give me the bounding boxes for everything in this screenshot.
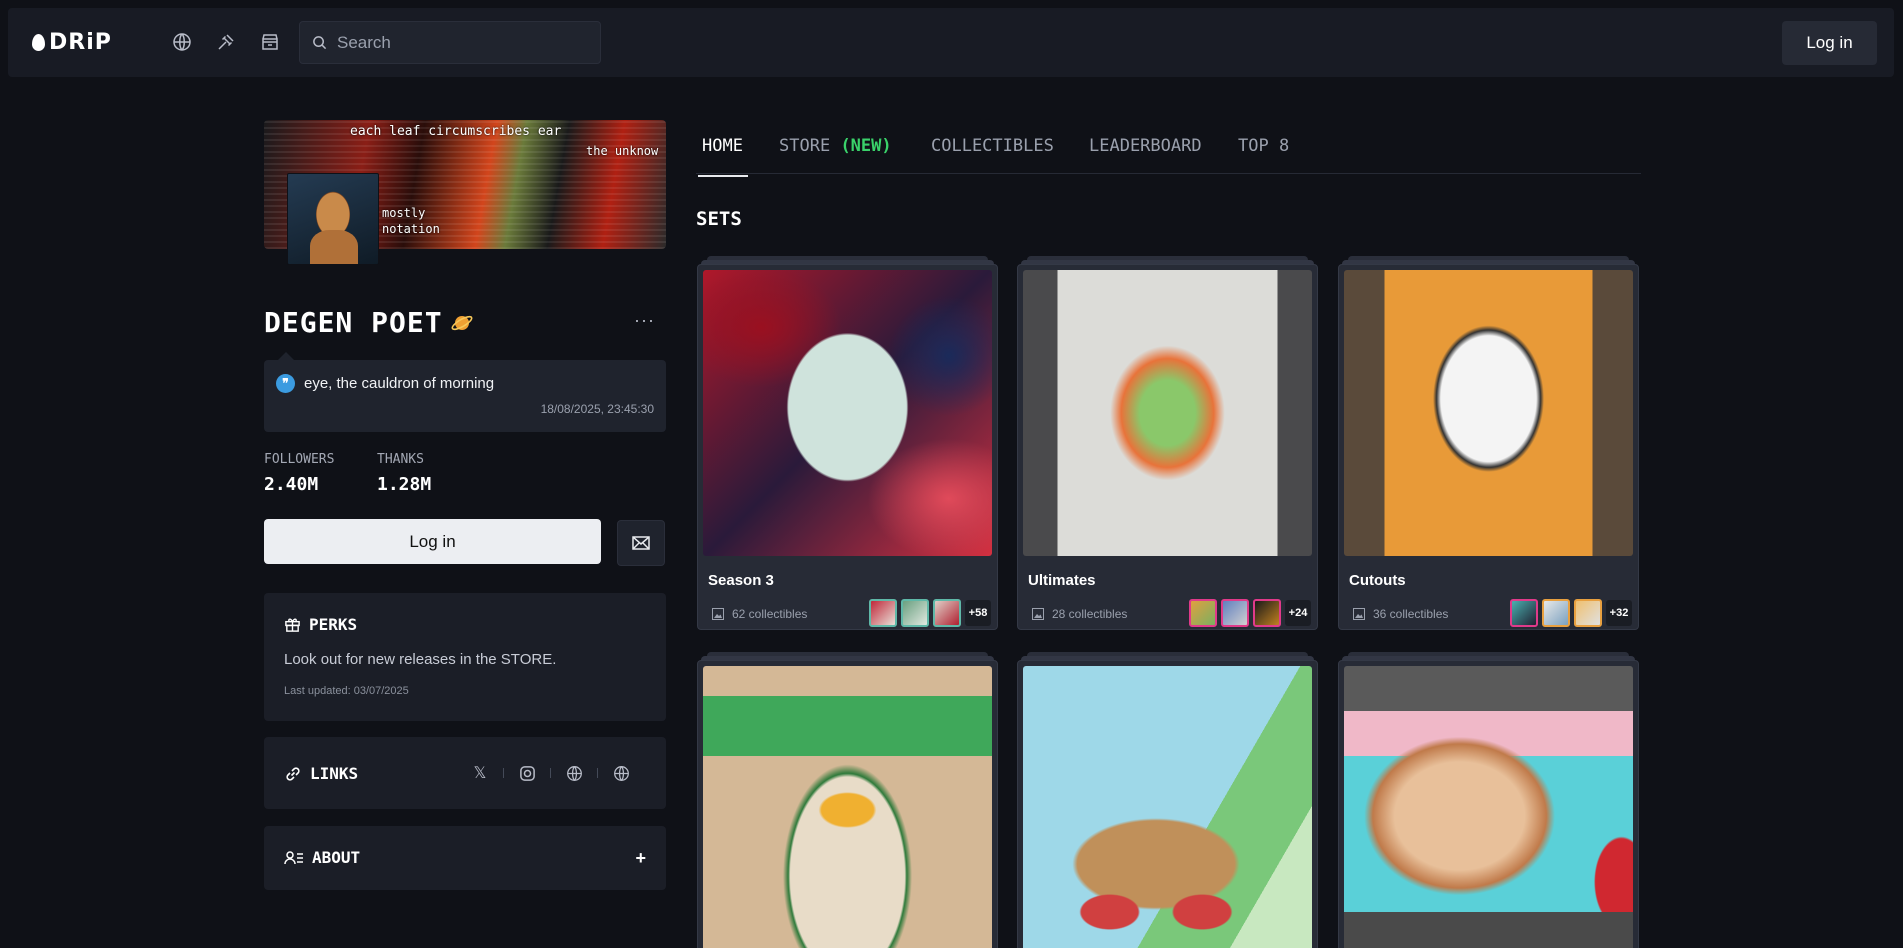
profile-login-button[interactable]: Log in bbox=[264, 519, 601, 564]
set-card-5[interactable] bbox=[1017, 652, 1318, 948]
collectible-thumbnail bbox=[933, 599, 961, 627]
website-globe-icon[interactable] bbox=[564, 763, 584, 783]
sets-heading: SETS bbox=[696, 208, 742, 230]
set-card-6[interactable] bbox=[1338, 652, 1639, 948]
collectible-thumbnail bbox=[901, 599, 929, 627]
gavel-icon[interactable] bbox=[216, 32, 236, 52]
avatar[interactable] bbox=[287, 173, 379, 265]
more-count-badge: +24 bbox=[1285, 600, 1311, 626]
followers-value: 2.40M bbox=[264, 474, 319, 495]
followers-label: FOLLOWERS bbox=[264, 452, 335, 467]
x-icon[interactable]: 𝕏 bbox=[470, 763, 490, 783]
collectible-thumbnail bbox=[869, 599, 897, 627]
about-card[interactable]: ABOUT + bbox=[264, 826, 666, 890]
set-cover-image bbox=[1344, 666, 1633, 948]
set-cover-image bbox=[703, 666, 992, 948]
tab-collectibles[interactable]: COLLECTIBLES bbox=[931, 136, 1054, 156]
mail-icon bbox=[632, 536, 650, 550]
more-count-badge: +32 bbox=[1606, 600, 1632, 626]
thanks-label: THANKS bbox=[377, 452, 424, 467]
globe-icon[interactable] bbox=[172, 32, 192, 52]
search-icon bbox=[313, 36, 327, 50]
gift-icon bbox=[285, 618, 300, 632]
set-card-season-3[interactable]: Season 3 62 collectibles +58 bbox=[697, 256, 998, 630]
user-list-icon bbox=[284, 850, 303, 864]
set-card-cutouts[interactable]: Cutouts 36 collectibles +32 bbox=[1338, 256, 1639, 630]
profile-tabs: HOME STORE (NEW) COLLECTIBLES LEADERBOAR… bbox=[696, 124, 1641, 177]
tab-store[interactable]: STORE (NEW) bbox=[779, 136, 892, 156]
set-cover-image bbox=[703, 270, 992, 556]
set-cover-image bbox=[1023, 270, 1312, 556]
set-card-ultimates[interactable]: Ultimates 28 collectibles +24 bbox=[1017, 256, 1318, 630]
profile-name: DEGEN POET bbox=[264, 306, 443, 339]
collectible-thumbnail bbox=[1542, 599, 1570, 627]
top-bar: DRiP Log in bbox=[8, 8, 1894, 77]
tab-home[interactable]: HOME bbox=[698, 136, 748, 177]
set-card-4[interactable] bbox=[697, 652, 998, 948]
collectible-thumbnail bbox=[1574, 599, 1602, 627]
quote-icon: ❞ bbox=[276, 374, 295, 393]
set-cover-image bbox=[1023, 666, 1312, 948]
search-bar[interactable] bbox=[299, 21, 601, 64]
instagram-icon[interactable] bbox=[517, 763, 537, 783]
website-globe-icon-2[interactable] bbox=[611, 763, 631, 783]
message-button[interactable] bbox=[617, 520, 665, 566]
collectible-thumbnail bbox=[1510, 599, 1538, 627]
tab-top-8[interactable]: TOP 8 bbox=[1238, 136, 1289, 156]
status-message: ❞ eye, the cauldron of morning 18/08/202… bbox=[264, 352, 666, 432]
collectible-thumbnail bbox=[1221, 599, 1249, 627]
image-icon bbox=[1353, 608, 1365, 620]
tab-leaderboard[interactable]: LEADERBOARD bbox=[1089, 136, 1202, 156]
planet-icon bbox=[451, 315, 473, 331]
more-options-button[interactable]: ··· bbox=[634, 310, 655, 331]
search-input[interactable] bbox=[337, 32, 577, 53]
perks-card: PERKS Look out for new releases in the S… bbox=[264, 593, 666, 721]
store-icon[interactable] bbox=[260, 32, 280, 52]
header-login-button[interactable]: Log in bbox=[1782, 21, 1877, 65]
expand-about-button[interactable]: + bbox=[635, 848, 646, 869]
drip-logo[interactable]: DRiP bbox=[32, 30, 112, 55]
drop-icon bbox=[32, 34, 45, 51]
more-count-badge: +58 bbox=[965, 600, 991, 626]
collectible-thumbnail bbox=[1253, 599, 1281, 627]
image-icon bbox=[1032, 608, 1044, 620]
collectible-thumbnail bbox=[1189, 599, 1217, 627]
link-icon bbox=[286, 766, 300, 781]
image-icon bbox=[712, 608, 724, 620]
set-cover-image bbox=[1344, 270, 1633, 556]
links-card: LINKS 𝕏 bbox=[264, 737, 666, 809]
thanks-value: 1.28M bbox=[377, 474, 432, 495]
